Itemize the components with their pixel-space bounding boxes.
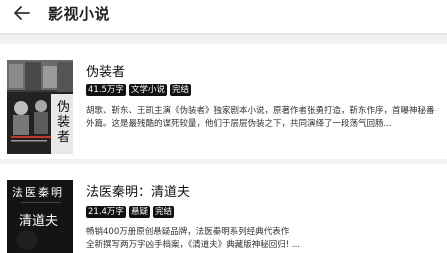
cover-series-text: 法医秦明 bbox=[12, 186, 64, 199]
book-card[interactable]: 伪装者 伪装者 41.5万字 文学小说 完结 胡歌、靳东、王凯主演《伪装者》独家… bbox=[0, 44, 447, 159]
book-description: 胡歌、靳东、王凯主演《伪装者》独家剧本小说，原著作者张勇打造，靳东作序，首曝神秘… bbox=[86, 106, 435, 129]
book-card[interactable]: 法医秦明 清道夫 法医秦明：清道夫 21.4万字 悬疑 完结 畅销400万册原创… bbox=[0, 164, 447, 253]
top-app-bar: 影视小说 bbox=[0, 0, 447, 33]
book-description: 畅销400万册原创悬疑品牌，法医秦明系列经典代表作 全新撰写两万字凶手档案，《清… bbox=[86, 227, 300, 250]
app-root: 影视小说 伪 装 者 伪装者 41.5万字 文学小说 完结 胡歌、靳东、王凯主演… bbox=[0, 0, 447, 253]
cover-title-text: 伪装者 bbox=[57, 100, 71, 145]
category-tag: 悬疑 bbox=[128, 206, 150, 218]
page-title: 影视小说 bbox=[48, 5, 111, 23]
book-title[interactable]: 伪装者 bbox=[86, 61, 125, 80]
arrow-left-icon bbox=[14, 6, 30, 20]
word-count-tag: 41.5万字 bbox=[86, 84, 126, 96]
book-title[interactable]: 法医秦明：清道夫 bbox=[86, 181, 190, 200]
back-button[interactable] bbox=[8, 0, 36, 26]
category-tag: 文学小说 bbox=[128, 84, 167, 96]
book-tags: 41.5万字 文学小说 完结 bbox=[86, 84, 191, 96]
book-cover[interactable]: 法医秦明 清道夫 bbox=[7, 180, 73, 253]
status-tag: 完结 bbox=[152, 206, 174, 218]
book-tags: 21.4万字 悬疑 完结 bbox=[86, 206, 174, 218]
word-count-tag: 21.4万字 bbox=[86, 206, 126, 218]
book-cover[interactable]: 伪装者 bbox=[7, 60, 73, 154]
status-tag: 完结 bbox=[169, 84, 191, 96]
cover-title-text: 清道夫 bbox=[19, 214, 59, 229]
